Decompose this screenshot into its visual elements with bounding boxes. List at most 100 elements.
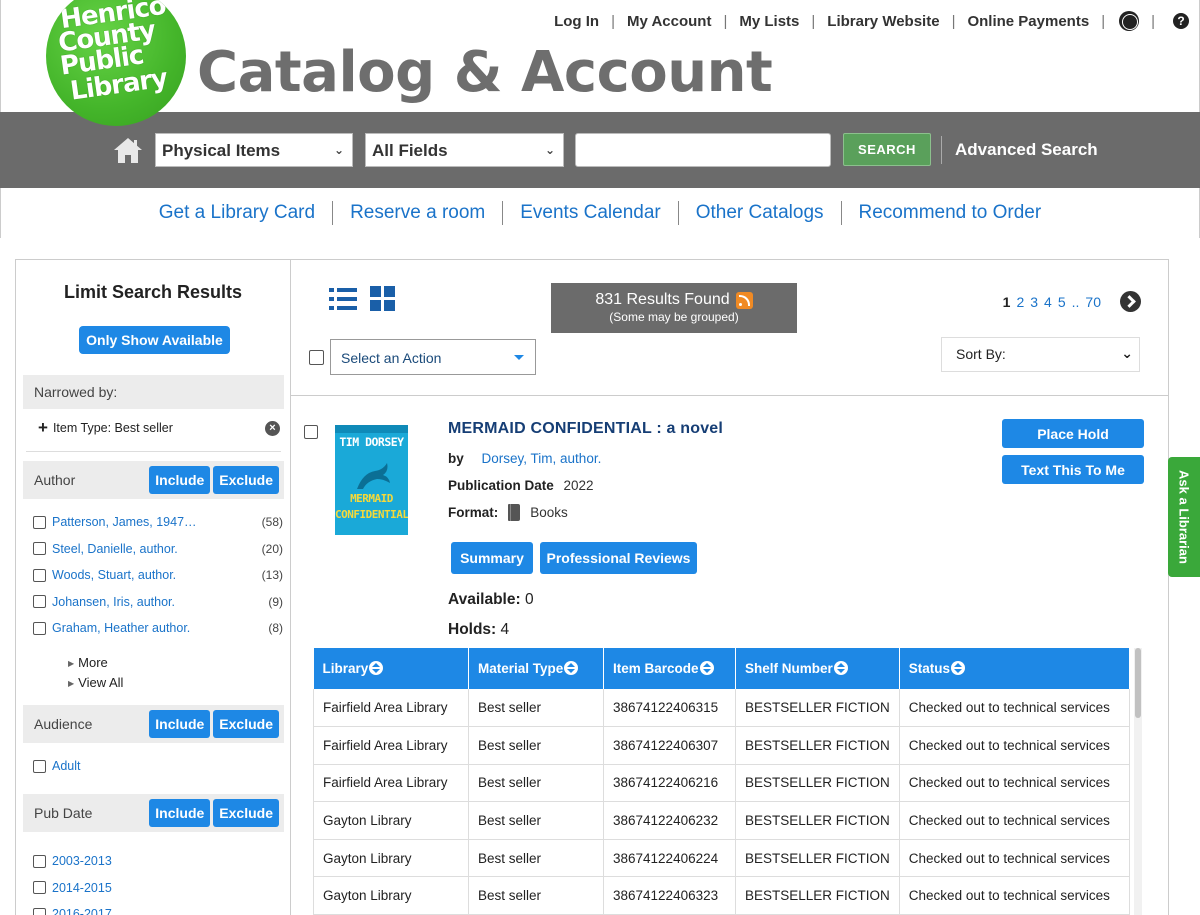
page-link[interactable]: 3	[1030, 294, 1038, 310]
online-payments-link[interactable]: Online Payments	[955, 13, 1101, 30]
rss-icon[interactable]	[735, 291, 753, 309]
facet-link[interactable]: Patterson, James, 1947…	[52, 515, 197, 529]
search-field-select[interactable]: All Fields ⌄	[365, 133, 564, 167]
facet-link[interactable]: 2014-2015	[52, 881, 112, 895]
other-catalogs-link[interactable]: Other Catalogs	[679, 202, 841, 224]
sort-icon[interactable]	[951, 661, 966, 675]
facet-link[interactable]: Steel, Danielle, author.	[52, 542, 178, 556]
author-exclude-button[interactable]: Exclude	[213, 466, 279, 494]
cell-material-type: Best seller	[468, 726, 604, 765]
facet-link[interactable]: 2016-2017	[52, 907, 112, 915]
result-checkbox[interactable]	[304, 425, 318, 439]
column-header-shelf-number[interactable]: Shelf Number	[735, 648, 900, 689]
more-link[interactable]: ▶ More	[68, 655, 123, 675]
help-icon[interactable]: ?	[1173, 13, 1189, 29]
column-header-status[interactable]: Status	[899, 648, 1131, 689]
column-header-material-type[interactable]: Material Type	[468, 648, 604, 689]
sort-icon[interactable]	[369, 661, 384, 675]
ask-a-librarian-tab[interactable]: Ask a Librarian	[1168, 457, 1200, 577]
column-header-item-barcode[interactable]: Item Barcode	[603, 648, 736, 689]
pub-date-include-button[interactable]: Include	[149, 799, 211, 827]
sort-select[interactable]: Sort By: ⌄	[941, 337, 1140, 372]
page-link[interactable]: 4	[1044, 294, 1052, 310]
page-link[interactable]: 5	[1058, 294, 1066, 310]
view-all-link[interactable]: ▶ View All	[68, 675, 123, 695]
facet-checkbox[interactable]	[33, 854, 46, 868]
cell-barcode: 38674122406216	[603, 764, 736, 803]
text-this-to-me-button[interactable]: Text This To Me	[1002, 455, 1144, 484]
recommend-order-link[interactable]: Recommend to Order	[842, 202, 1059, 224]
search-type-select[interactable]: Physical Items ⌄	[155, 133, 353, 167]
library-logo[interactable]: Henrico County Public Library	[46, 0, 186, 126]
facet-link[interactable]: 2003-2013	[52, 854, 112, 868]
book-cover[interactable]: TIM DORSEY MERMAID CONFIDENTIAL	[335, 425, 408, 535]
search-button[interactable]: SEARCH	[843, 133, 931, 166]
only-show-available-button[interactable]: Only Show Available	[79, 326, 230, 354]
facet-link[interactable]: Johansen, Iris, author.	[52, 595, 175, 609]
author-link[interactable]: Dorsey, Tim, author.	[482, 451, 602, 466]
table-row: Fairfield Area Library Best seller 38674…	[313, 764, 1131, 803]
cell-material-type: Best seller	[468, 876, 604, 915]
login-link[interactable]: Log In	[542, 13, 611, 30]
author-facet-header: Author Include Exclude	[23, 461, 284, 499]
home-icon[interactable]	[112, 136, 144, 164]
page-link-last[interactable]: 70	[1085, 294, 1101, 310]
facet-checkbox[interactable]	[33, 881, 46, 895]
result-title-link[interactable]: MERMAID CONFIDENTIAL : a novel	[448, 420, 723, 438]
audience-exclude-button[interactable]: Exclude	[213, 710, 279, 738]
next-page-icon[interactable]	[1120, 291, 1141, 312]
search-input[interactable]	[575, 133, 831, 167]
page-link[interactable]: 2	[1016, 294, 1024, 310]
facet-count: (9)	[268, 594, 283, 609]
caret-down-icon	[514, 355, 524, 360]
summary-button[interactable]: Summary	[451, 542, 533, 574]
facet-checkbox[interactable]	[33, 568, 46, 582]
library-website-link[interactable]: Library Website	[815, 13, 951, 30]
my-account-link[interactable]: My Account	[615, 13, 723, 30]
facet-link[interactable]: Graham, Heather author.	[52, 621, 190, 635]
remove-filter-icon[interactable]: ×	[265, 420, 280, 436]
cell-shelf-number: BESTSELLER FICTION	[735, 689, 900, 728]
select-all-checkbox[interactable]	[309, 350, 324, 365]
facet-count: (58)	[261, 515, 283, 530]
facet-checkbox[interactable]	[33, 759, 46, 773]
facet-link[interactable]: Woods, Stuart, author.	[52, 568, 176, 582]
facet-link[interactable]: Adult	[52, 759, 81, 773]
cell-status: Checked out to technical services	[899, 689, 1131, 728]
facet-label: Audience	[34, 716, 93, 732]
facet-sidebar: Limit Search Results Only Show Available…	[15, 259, 291, 915]
table-scrollbar[interactable]	[1134, 648, 1142, 915]
professional-reviews-button[interactable]: Professional Reviews	[540, 542, 697, 574]
my-lists-link[interactable]: My Lists	[727, 13, 811, 30]
by-label: by	[448, 451, 464, 466]
audience-include-button[interactable]: Include	[149, 710, 211, 738]
place-hold-button[interactable]: Place Hold	[1002, 419, 1144, 448]
list-view-icon[interactable]	[329, 286, 357, 312]
sort-icon[interactable]	[699, 661, 714, 675]
grid-view-icon[interactable]	[370, 286, 396, 312]
column-header-library[interactable]: Library	[313, 648, 469, 689]
sort-icon[interactable]	[564, 661, 579, 675]
secondary-nav: Get a Library Card Reserve a room Events…	[0, 188, 1200, 238]
facet-checkbox[interactable]	[33, 907, 46, 915]
author-include-button[interactable]: Include	[149, 466, 211, 494]
advanced-search-link[interactable]: Advanced Search	[955, 140, 1098, 160]
facet-checkbox[interactable]	[33, 542, 46, 556]
narrowed-by-header: Narrowed by:	[23, 375, 284, 409]
result-pub-date: Publication Date 2022	[448, 478, 594, 493]
facet-checkbox[interactable]	[33, 621, 46, 635]
accessibility-icon[interactable]	[1119, 11, 1140, 31]
pub-date-exclude-button[interactable]: Exclude	[213, 799, 279, 827]
sort-icon[interactable]	[833, 661, 848, 675]
page-link-current[interactable]: 1	[1003, 294, 1011, 310]
library-card-link[interactable]: Get a Library Card	[142, 202, 332, 224]
facet-checkbox[interactable]	[33, 515, 46, 529]
cell-material-type: Best seller	[468, 839, 604, 878]
scrollbar-thumb[interactable]	[1135, 648, 1141, 718]
events-calendar-link[interactable]: Events Calendar	[503, 202, 677, 224]
action-select[interactable]: Select an Action	[330, 339, 536, 375]
chevron-down-icon: ⌄	[1121, 345, 1133, 361]
facet-checkbox[interactable]	[33, 595, 46, 609]
reserve-room-link[interactable]: Reserve a room	[333, 202, 502, 224]
list-item: Adult	[33, 753, 283, 780]
